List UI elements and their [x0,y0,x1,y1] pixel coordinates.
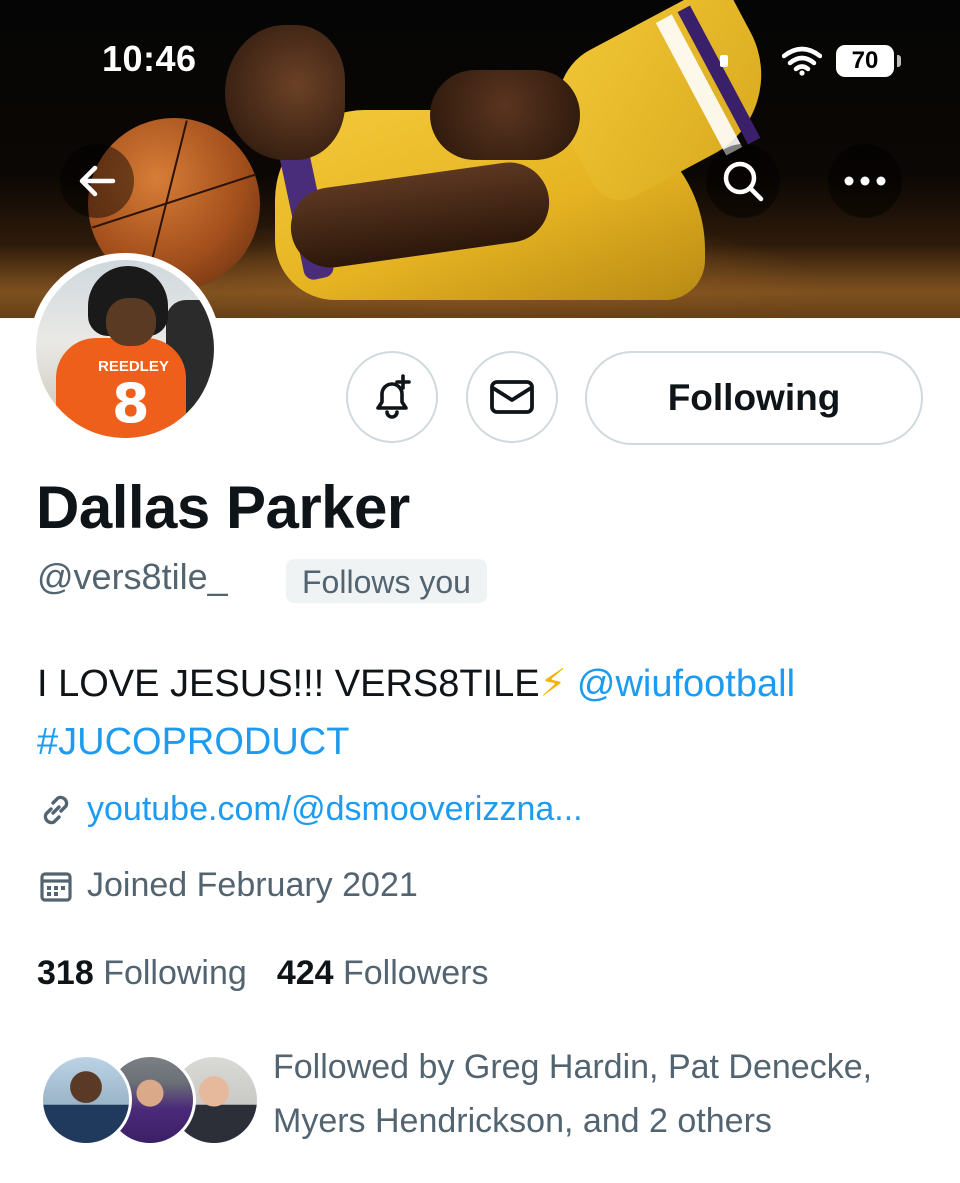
joined-date: Joined February 2021 [37,866,418,905]
following-stat[interactable]: 318 Following [37,954,247,993]
search-button[interactable] [706,144,780,218]
message-button[interactable] [466,351,558,443]
followers-count: 424 [276,954,334,992]
avatar-photo: REEDLEY 8 [36,260,214,438]
followers-stat[interactable]: 424 Followers [277,954,489,993]
follows-you-badge: Follows you [286,559,487,603]
banner-hands [430,70,580,160]
display-name: Dallas Parker [36,474,410,541]
signal-icon [720,55,728,67]
more-button[interactable] [828,144,902,218]
following-count: 318 [37,954,94,992]
battery-icon: 70 [836,45,901,77]
status-time: 10:46 [102,38,197,79]
bio-mention-link[interactable]: @wiufootball [577,663,795,705]
avatar [40,1054,132,1146]
profile-website[interactable]: youtube.com/@dsmooverizzna... [37,790,583,829]
link-icon [43,795,69,824]
calendar-icon [40,871,72,902]
lightning-emoji: ⚡ [539,663,567,705]
mutual-followers-avatars[interactable] [40,1054,260,1146]
profile-avatar[interactable]: REEDLEY 8 [29,253,221,445]
avatar-jersey-number: 8 [112,372,150,435]
notifications-button[interactable] [346,351,438,443]
follow-stats: 318 Following 424 Followers [37,954,488,993]
following-stat-label: Following [103,954,247,992]
back-button[interactable] [60,144,134,218]
more-horizontal-icon [844,176,886,186]
user-handle: @vers8tile_ [37,556,228,597]
joined-text: Joined February 2021 [87,866,418,904]
search-icon [723,161,764,202]
followed-by-text[interactable]: Followed by Greg Hardin, Pat Denecke, My… [273,1040,923,1148]
followers-stat-label: Followers [343,954,489,992]
bio-text: I LOVE JESUS!!! VERS8TILE [37,663,540,705]
profile-bio: I LOVE JESUS!!! VERS8TILE⚡ @wiufootball … [37,655,917,771]
envelope-icon [490,380,534,414]
status-icons: 70 [720,42,901,80]
arrow-left-icon [79,165,116,197]
website-link[interactable]: youtube.com/@dsmooverizzna... [87,790,583,829]
bio-hashtag-link[interactable]: #JUCOPRODUCT [37,721,349,763]
bell-plus-icon [376,374,411,419]
wifi-icon [782,46,822,76]
banner-head [225,25,345,160]
following-button[interactable]: Following [585,351,923,445]
